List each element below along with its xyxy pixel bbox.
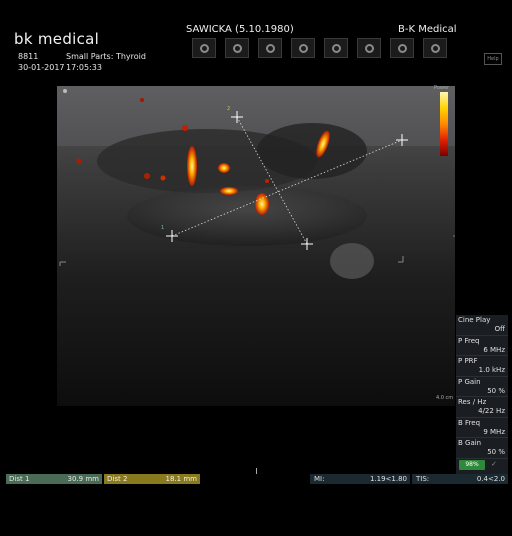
thumbnail[interactable] [423, 38, 447, 58]
check-icon[interactable]: ✓ [491, 460, 497, 468]
dist1-value: 30.9 mm [67, 475, 99, 483]
distance-2-readout: Dist 2 18.1 mm [104, 474, 200, 484]
colorbar [440, 92, 448, 156]
thumbnail[interactable] [390, 38, 414, 58]
marker-label-1: 1 [161, 225, 164, 231]
param-value: 4/22 Hz [478, 407, 505, 415]
scan-icon [232, 43, 242, 53]
exam-date: 30-01-2017 [18, 63, 65, 72]
thumbnail[interactable] [357, 38, 381, 58]
doppler-flow [265, 179, 269, 183]
param-cine-play[interactable]: Cine Play Off [456, 315, 508, 336]
param-p-freq[interactable]: P Freq 6 MHz [456, 336, 508, 356]
patient-name: SAWICKA (5.10.1980) [186, 24, 294, 35]
param-value: 50 % [487, 386, 505, 395]
tis-value: 0.4<2.0 [476, 475, 505, 483]
ultrasound-image[interactable]: 1 2 [57, 86, 455, 406]
doppler-flow [144, 173, 150, 179]
scan-icon [430, 43, 440, 53]
param-value: Off [494, 325, 505, 333]
distance-1-readout: Dist 1 30.9 mm [6, 474, 102, 484]
param-value: 9 MHz [483, 427, 505, 436]
center-tick [256, 468, 257, 474]
parameter-panel: Cine Play Off P Freq 6 MHz P PRF 1.0 kHz… [456, 315, 508, 479]
scan-icon [331, 43, 341, 53]
doppler-flow [187, 146, 197, 186]
param-value: 50 % [487, 448, 505, 456]
param-label: P PRF [458, 357, 478, 365]
preset-label: Small Parts: Thyroid [66, 52, 146, 61]
mi-value: 1.19<1.80 [369, 475, 407, 483]
param-value: 1.0 kHz [478, 366, 505, 374]
exam-time: 17:05:33 [66, 63, 102, 72]
tis-label: TIS: [416, 475, 430, 483]
param-b-freq[interactable]: B Freq 9 MHz [456, 418, 508, 438]
dist1-label: Dist 1 [9, 475, 30, 483]
thumbnail[interactable] [225, 38, 249, 58]
thumbnail[interactable] [324, 38, 348, 58]
tis-readout: TIS: 0.4<2.0 [412, 474, 508, 484]
scan-icon [199, 43, 209, 53]
tissue-layer [127, 186, 367, 246]
param-label: Cine Play [458, 316, 491, 324]
echogenic-region [330, 243, 374, 279]
help-button[interactable]: Help [484, 53, 502, 65]
doppler-flow [220, 187, 238, 195]
doppler-flow [182, 125, 188, 131]
dist2-value: 18.1 mm [165, 475, 197, 483]
param-label: B Freq [458, 418, 481, 427]
param-value: 6 MHz [483, 345, 505, 354]
param-label: Res / Hz [458, 398, 487, 406]
doppler-flow [218, 163, 230, 173]
image-thumbnails [192, 38, 447, 60]
param-b-gain[interactable]: B Gain 50 % [456, 438, 508, 459]
thumbnail[interactable] [258, 38, 282, 58]
hypoechoic-region [257, 123, 367, 179]
scan-icon [364, 43, 374, 53]
marker-label-2: 2 [227, 106, 230, 112]
exam-id: 8811 [18, 52, 39, 61]
mi-label: MI: [314, 475, 325, 483]
hospital-name: B-K Medical [398, 24, 457, 35]
param-p-prf[interactable]: P PRF 1.0 kHz [456, 356, 508, 377]
brand-logo: bk medical [14, 30, 100, 48]
colorbar-label: Power [434, 85, 450, 91]
scan-icon [265, 43, 275, 53]
param-p-gain[interactable]: P Gain 50 % [456, 377, 508, 397]
thumbnail[interactable] [192, 38, 216, 58]
mi-readout: MI: 1.19<1.80 [310, 474, 410, 484]
param-res-hz[interactable]: Res / Hz 4/22 Hz [456, 397, 508, 418]
dist2-label: Dist 2 [107, 475, 128, 483]
param-label: P Gain [458, 377, 481, 386]
param-label: P Freq [458, 336, 480, 345]
percent-badge: 98% [459, 460, 485, 470]
param-label: B Gain [458, 439, 482, 447]
thumbnail[interactable] [291, 38, 315, 58]
scan-icon [397, 43, 407, 53]
scan-icon [298, 43, 308, 53]
depth-label: 4.0 cm [436, 395, 454, 401]
doppler-flow [160, 175, 166, 181]
doppler-flow [140, 98, 144, 102]
orientation-marker [63, 89, 67, 93]
doppler-flow [76, 158, 82, 164]
